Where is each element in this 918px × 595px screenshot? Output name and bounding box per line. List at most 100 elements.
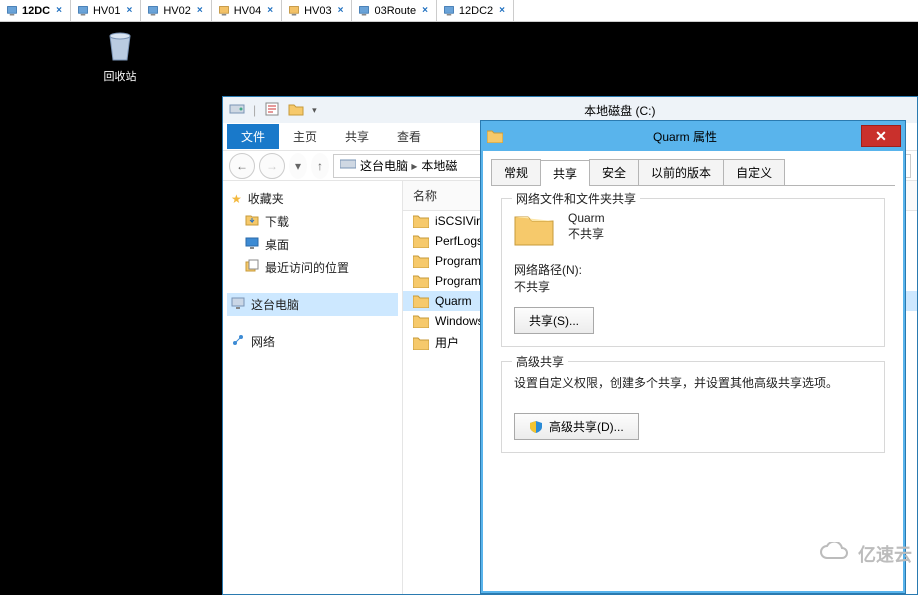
ribbon-tab-file[interactable]: 文件 — [227, 124, 279, 149]
properties-title: Quarm 属性 — [509, 128, 861, 145]
session-tab-hv04[interactable]: HV04 × — [212, 0, 282, 21]
sidebar-item-desktop[interactable]: 桌面 — [227, 233, 398, 256]
server-icon — [443, 5, 455, 17]
properties-icon[interactable] — [264, 101, 280, 120]
watermark: 亿速云 — [818, 541, 912, 567]
close-icon[interactable]: × — [195, 5, 205, 16]
forward-button[interactable]: → — [259, 153, 285, 179]
share-status: 不共享 — [568, 225, 605, 242]
close-icon[interactable]: × — [125, 5, 135, 16]
sidebar-item-label: 下载 — [265, 213, 289, 230]
button-label: 高级共享(D)... — [549, 418, 624, 435]
session-tabstrip: 12DC × HV01 × HV02 × HV04 × HV03 × 03Rou… — [0, 0, 918, 22]
recycle-bin[interactable]: 回收站 — [90, 28, 150, 84]
sidebar-item-label: 最近访问的位置 — [265, 259, 349, 276]
downloads-icon — [245, 213, 259, 230]
folder-icon — [413, 234, 429, 248]
explorer-sidebar: ★ 收藏夹 下载 桌面 最近访问的位置 — [223, 181, 403, 594]
qat-dropdown-icon[interactable]: ▾ — [312, 105, 317, 116]
back-button[interactable]: ← — [229, 153, 255, 179]
session-tab-12dc[interactable]: 12DC × — [0, 0, 71, 21]
up-button[interactable]: ↑ — [311, 153, 329, 179]
drive-icon — [340, 158, 356, 173]
close-icon[interactable]: × — [497, 5, 507, 16]
desktop: 回收站 | ▾ 本地磁盘 (C:) 文件 主页 共享 查看 ← → ▾ ↑ — [0, 22, 918, 573]
network-sharing-group: 网络文件和文件夹共享 Quarm 不共享 网络路径(N): 不共享 共享(S).… — [501, 198, 885, 347]
network-path-label: 网络路径(N): — [514, 261, 872, 278]
tab-previous-versions[interactable]: 以前的版本 — [638, 159, 724, 185]
network-icon — [231, 333, 245, 350]
explorer-title: 本地磁盘 (C:) — [323, 102, 917, 119]
server-icon — [218, 5, 230, 17]
desktop-icon — [245, 236, 259, 253]
watermark-text: 亿速云 — [858, 541, 912, 567]
session-tab-hv01[interactable]: HV01 × — [71, 0, 141, 21]
cloud-icon — [818, 542, 852, 567]
ribbon-tab-share[interactable]: 共享 — [331, 124, 383, 149]
close-icon[interactable]: × — [54, 5, 64, 16]
recent-icon — [245, 259, 259, 276]
sidebar-item-this-pc[interactable]: 这台电脑 — [227, 293, 398, 316]
close-icon[interactable]: × — [336, 5, 346, 16]
advanced-sharing-desc: 设置自定义权限，创建多个共享，并设置其他高级共享选项。 — [514, 374, 872, 391]
tab-security[interactable]: 安全 — [589, 159, 639, 185]
qat-separator: | — [253, 103, 256, 117]
shield-icon — [529, 420, 543, 434]
breadcrumb-item[interactable]: 本地磁 — [421, 157, 457, 174]
sidebar-item-label: 这台电脑 — [251, 296, 299, 313]
file-name: PerfLogs — [435, 234, 483, 248]
file-name: Windows — [435, 314, 484, 328]
recent-locations-icon[interactable]: ▾ — [289, 153, 307, 179]
ribbon-tab-home[interactable]: 主页 — [279, 124, 331, 149]
group-legend: 高级共享 — [512, 353, 568, 370]
folder-icon — [413, 294, 429, 308]
session-tab-03route[interactable]: 03Route × — [352, 0, 436, 21]
server-icon — [77, 5, 89, 17]
folder-icon — [413, 254, 429, 268]
tab-general[interactable]: 常规 — [491, 159, 541, 185]
properties-titlebar[interactable]: Quarm 属性 ✕ — [481, 121, 905, 151]
drive-icon — [229, 101, 245, 120]
close-icon[interactable]: × — [420, 5, 430, 16]
sidebar-item-recent[interactable]: 最近访问的位置 — [227, 256, 398, 279]
group-legend: 网络文件和文件夹共享 — [512, 190, 640, 207]
tab-sharing[interactable]: 共享 — [540, 160, 590, 186]
new-folder-icon[interactable] — [288, 101, 304, 120]
close-icon[interactable]: × — [265, 5, 275, 16]
sidebar-item-label: 收藏夹 — [248, 190, 284, 207]
file-name: Quarm — [435, 294, 472, 308]
session-tab-hv02[interactable]: HV02 × — [141, 0, 211, 21]
breadcrumb-item[interactable]: 这台电脑 — [360, 157, 417, 174]
sidebar-item-network[interactable]: 网络 — [227, 330, 398, 353]
server-icon — [147, 5, 159, 17]
sidebar-item-favorites[interactable]: ★ 收藏夹 — [227, 187, 398, 210]
network-path-value: 不共享 — [514, 278, 872, 295]
folder-icon — [481, 129, 509, 143]
session-tab-label: HV02 — [163, 5, 191, 17]
close-button[interactable]: ✕ — [861, 125, 901, 147]
share-folder-name: Quarm — [568, 211, 605, 225]
session-tab-label: HV04 — [234, 5, 262, 17]
file-name: Program — [435, 254, 481, 268]
session-tab-label: HV03 — [304, 5, 332, 17]
star-icon: ★ — [231, 192, 242, 206]
session-tab-12dc2[interactable]: 12DC2 × — [437, 0, 514, 21]
properties-dialog: Quarm 属性 ✕ 常规 共享 安全 以前的版本 自定义 网络文件和文件夹共享… — [480, 120, 906, 594]
advanced-sharing-group: 高级共享 设置自定义权限，创建多个共享，并设置其他高级共享选项。 高级共享(D)… — [501, 361, 885, 453]
folder-icon — [514, 211, 554, 247]
server-icon — [6, 5, 18, 17]
sidebar-item-label: 桌面 — [265, 236, 289, 253]
computer-icon — [231, 296, 245, 313]
folder-icon — [413, 214, 429, 228]
file-name: 用户 — [435, 334, 459, 351]
recycle-bin-icon — [104, 28, 136, 64]
advanced-share-button[interactable]: 高级共享(D)... — [514, 413, 639, 440]
session-tab-hv03[interactable]: HV03 × — [282, 0, 352, 21]
session-tab-label: HV01 — [93, 5, 121, 17]
folder-icon — [413, 274, 429, 288]
ribbon-tab-view[interactable]: 查看 — [383, 124, 435, 149]
file-name: Program — [435, 274, 481, 288]
tab-customize[interactable]: 自定义 — [723, 159, 785, 185]
share-button[interactable]: 共享(S)... — [514, 307, 594, 334]
sidebar-item-downloads[interactable]: 下载 — [227, 210, 398, 233]
